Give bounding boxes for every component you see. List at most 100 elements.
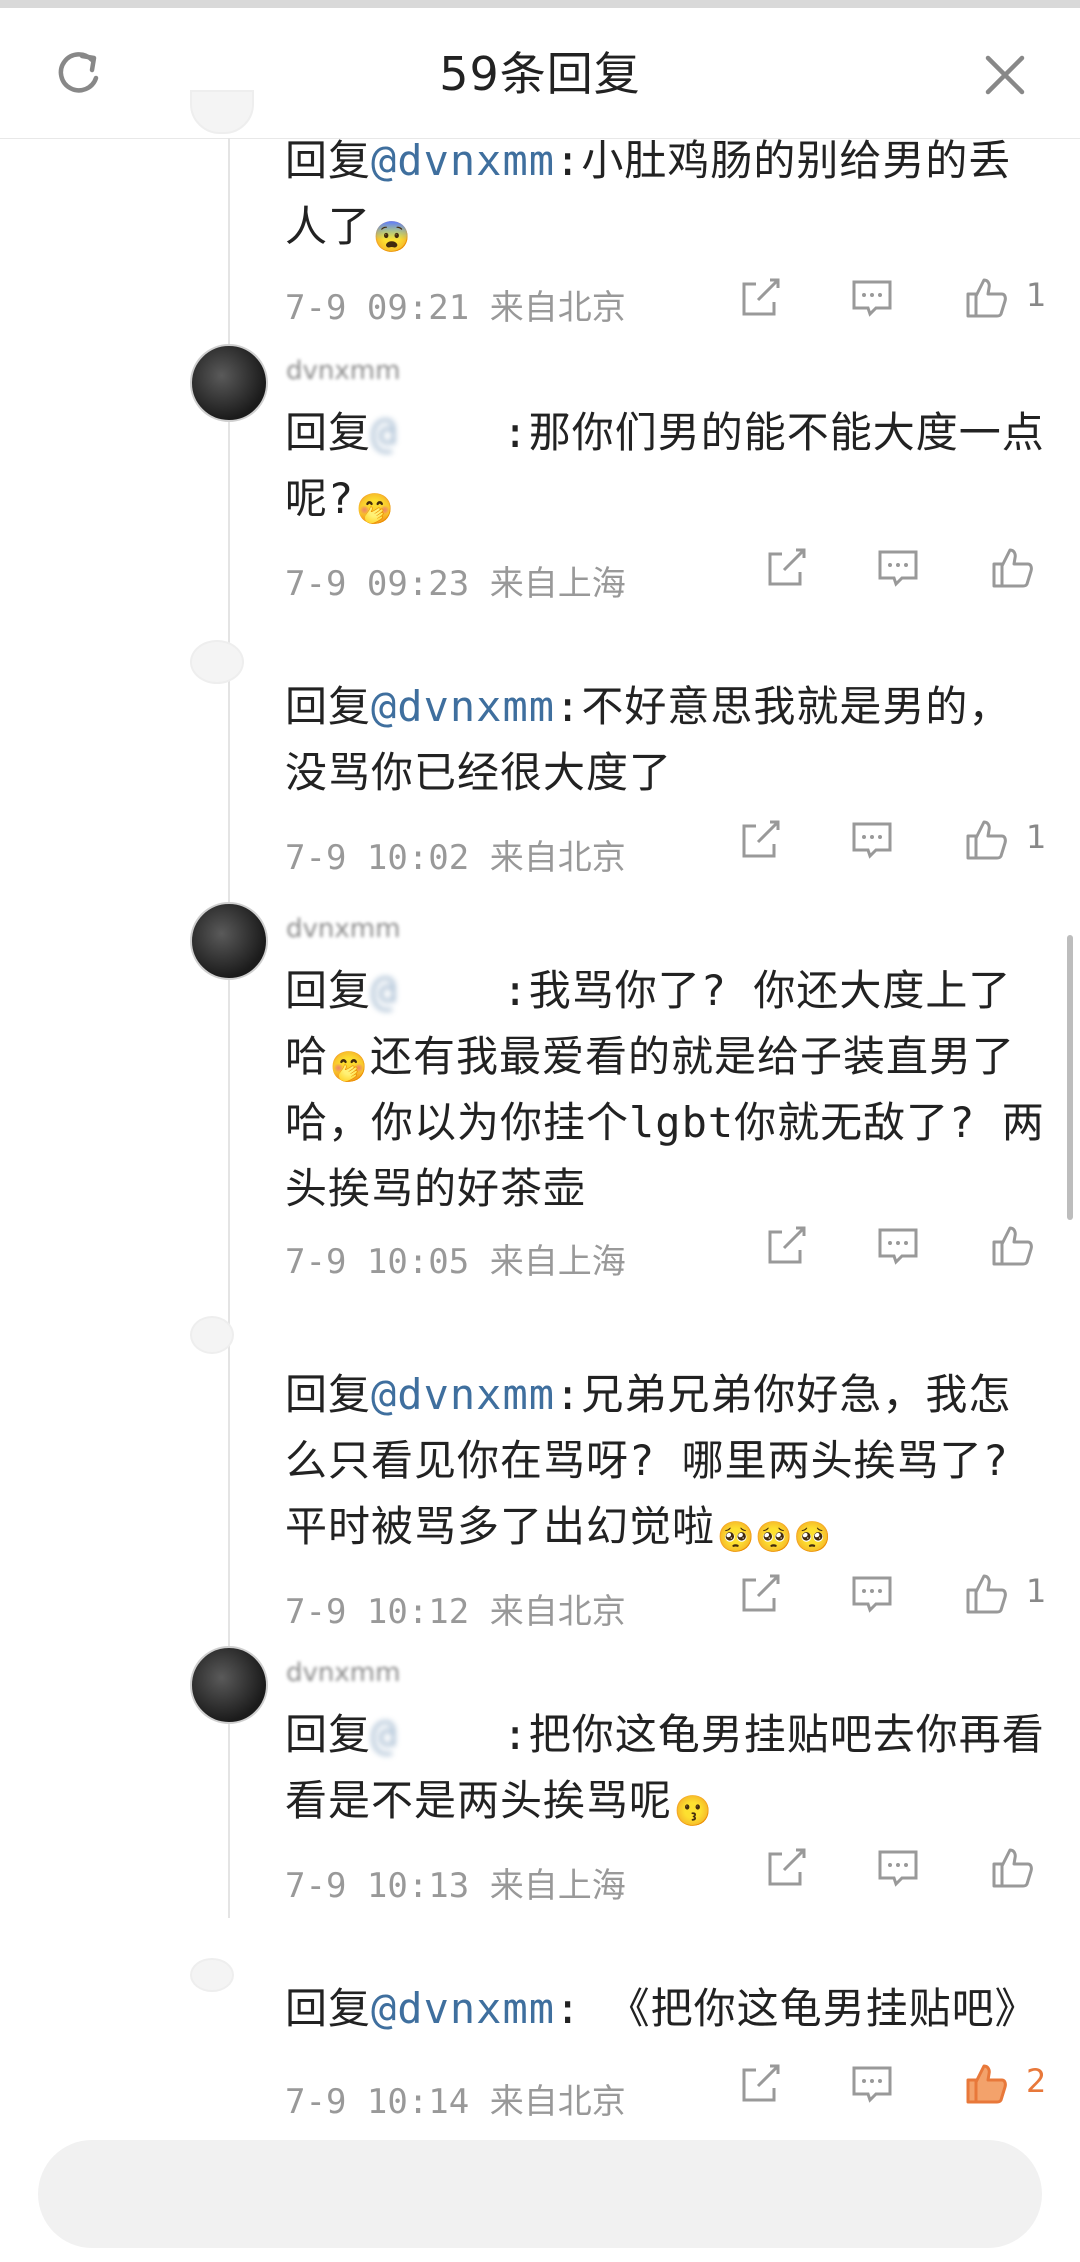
thumbs-up-icon[interactable] — [962, 274, 1010, 322]
reply-time: 7-9 10:12 — [285, 1592, 470, 1632]
emoji-icon: 😨 — [373, 220, 412, 255]
mention-separator: : — [555, 1984, 582, 2033]
thumbs-up-icon[interactable] — [962, 2060, 1010, 2108]
emoji-icon: 🥺🥺🥺 — [717, 1520, 833, 1555]
reply-prefix: 回复 — [285, 966, 372, 1015]
reply-meta: 7-9 09:21 来自北京 — [285, 280, 626, 329]
reply-time: 7-9 09:21 — [285, 288, 470, 328]
reply-location: 来自北京 — [489, 2082, 626, 2122]
mention-separator: : — [555, 1370, 582, 1419]
username[interactable]: dvnxmm — [286, 914, 400, 944]
top-edge — [0, 0, 1080, 8]
reply-prefix: 回复 — [285, 408, 372, 457]
mention-separator: : — [502, 966, 529, 1015]
comment-icon[interactable] — [874, 544, 922, 592]
reply-location: 来自北京 — [489, 288, 626, 328]
reply-meta: 7-9 10:14 来自北京 — [285, 2074, 626, 2123]
reply-time: 7-9 10:02 — [285, 838, 470, 878]
reply-time: 7-9 10:05 — [285, 1242, 470, 1282]
scrollbar[interactable] — [1067, 935, 1073, 1220]
mention-link[interactable]: @dvnxmm — [371, 1370, 555, 1419]
reply-prefix: 回复 — [285, 1710, 372, 1759]
reply-actions — [756, 1222, 1076, 1272]
reply-actions: 1 — [730, 274, 1050, 324]
share-icon[interactable] — [736, 816, 784, 864]
comment-icon[interactable] — [874, 1844, 922, 1892]
emoji-icon: 😗 — [674, 1794, 713, 1829]
avatar[interactable] — [190, 902, 268, 980]
reply-input[interactable] — [38, 2140, 1042, 2248]
page-title: 59条回复 — [439, 47, 641, 101]
mention-link[interactable]: @dvnxmm — [371, 682, 555, 731]
comment-icon[interactable] — [848, 816, 896, 864]
reply-prefix: 回复 — [285, 136, 372, 185]
comment-icon[interactable] — [848, 2060, 896, 2108]
reply-content: 《把你这龟男挂贴吧》 — [581, 1984, 1038, 2033]
share-icon[interactable] — [762, 1222, 810, 1270]
reply-actions: 2 — [730, 2060, 1050, 2110]
reply-location: 来自北京 — [489, 838, 626, 878]
reply-location: 来自北京 — [489, 1592, 626, 1632]
reply-text: 回复@dvnxmm:兄弟兄弟你好急，我怎么只看见你在骂呀? 哪里两头挨骂了? 平… — [285, 1362, 1045, 1560]
share-icon[interactable] — [736, 274, 784, 322]
reply-actions — [756, 1844, 1076, 1894]
share-icon[interactable] — [736, 2060, 784, 2108]
reply-meta: 7-9 10:02 来自北京 — [285, 830, 626, 879]
reply-text: 回复@dvnxmm:小肚鸡肠的别给男的丢人了😨 — [285, 128, 1045, 260]
reply-meta: 7-9 09:23 来自上海 — [285, 556, 626, 605]
reply-prefix: 回复 — [285, 1984, 372, 2033]
reply-text: 回复@ :那你们男的能不能大度一点呢?🤭 — [285, 400, 1045, 532]
reply-time: 7-9 10:14 — [285, 2082, 470, 2122]
username[interactable]: dvnxmm — [286, 356, 400, 386]
reply-content: 把你这龟男挂贴吧去你再看看是不是两头挨骂呢 — [285, 1710, 1045, 1825]
like-count: 1 — [1026, 1572, 1047, 1610]
mention-link[interactable]: @ — [371, 1710, 397, 1759]
avatar[interactable] — [190, 1316, 234, 1354]
emoji-icon: 🤭 — [330, 1050, 369, 1085]
like-count: 1 — [1026, 276, 1047, 314]
reply-location: 来自上海 — [489, 564, 626, 604]
reply-prefix: 回复 — [285, 682, 372, 731]
avatar[interactable] — [190, 1958, 234, 1992]
mention-link[interactable]: @ — [371, 966, 397, 1015]
reply-location: 来自上海 — [489, 1242, 626, 1282]
comment-icon[interactable] — [848, 274, 896, 322]
reply-text: 回复@ :我骂你了? 你还大度上了哈🤭还有我最爱看的就是给子装直男了哈，你以为你… — [285, 958, 1045, 1222]
comment-icon[interactable] — [874, 1222, 922, 1270]
reply-actions: 1 — [730, 816, 1050, 866]
reply-text: 回复@dvnxmm:不好意思我就是男的，没骂你已经很大度了 — [285, 674, 1045, 806]
reply-time: 7-9 09:23 — [285, 564, 470, 604]
comment-icon[interactable] — [848, 1570, 896, 1618]
reply-content: 那你们男的能不能大度一点呢? — [285, 408, 1045, 523]
share-icon[interactable] — [762, 544, 810, 592]
thumbs-up-icon[interactable] — [988, 1844, 1036, 1892]
like-count: 2 — [1026, 2062, 1047, 2100]
mention-link[interactable]: @dvnxmm — [371, 1984, 555, 2033]
mention-separator: : — [555, 136, 582, 185]
mention-separator: : — [502, 408, 529, 457]
close-icon[interactable] — [982, 52, 1028, 98]
username[interactable]: dvnxmm — [286, 1658, 400, 1688]
share-icon[interactable] — [762, 1844, 810, 1892]
thumbs-up-icon[interactable] — [988, 1222, 1036, 1270]
share-icon[interactable] — [736, 1570, 784, 1618]
avatar[interactable] — [190, 640, 244, 684]
thumbs-up-icon[interactable] — [962, 1570, 1010, 1618]
mention-separator: : — [502, 1710, 529, 1759]
reply-meta: 7-9 10:13 来自上海 — [285, 1858, 626, 1907]
like-count: 1 — [1026, 818, 1047, 856]
mention-link[interactable]: @dvnxmm — [371, 136, 555, 185]
reply-header: 59条回复 — [0, 8, 1080, 139]
reply-content-continued: 还有我最爱看的就是给子装直男了哈，你以为你挂个lgbt你就无敌了? 两头挨骂的好… — [285, 1032, 1045, 1213]
reply-location: 来自上海 — [489, 1866, 626, 1906]
reply-text: 回复@ :把你这龟男挂贴吧去你再看看是不是两头挨骂呢😗 — [285, 1702, 1045, 1834]
avatar[interactable] — [190, 1646, 268, 1724]
reply-actions — [756, 544, 1076, 594]
reply-meta: 7-9 10:12 来自北京 — [285, 1584, 626, 1633]
reply-actions: 1 — [730, 1570, 1050, 1620]
thumbs-up-icon[interactable] — [988, 544, 1036, 592]
mention-link[interactable]: @ — [371, 408, 397, 457]
reply-meta: 7-9 10:05 来自上海 — [285, 1234, 626, 1283]
thumbs-up-icon[interactable] — [962, 816, 1010, 864]
avatar[interactable] — [190, 344, 268, 422]
